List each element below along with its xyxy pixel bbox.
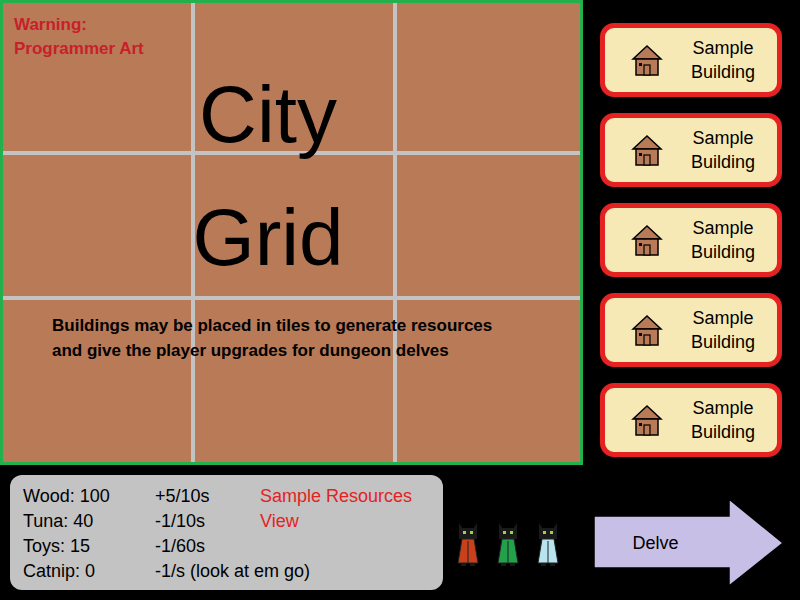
building-label: Sample Building [675, 396, 771, 444]
top-row: Warning:Programmer ArtCityGrid Buildings … [0, 0, 800, 465]
resources-title: Sample Resources View [260, 484, 435, 534]
building-button[interactable]: Sample Building [600, 23, 782, 97]
resource-rate: -1/60s [155, 534, 260, 559]
building-list: Sample Building Sample Building Sample Bui… [583, 0, 782, 465]
city-grid-description: Buildings may be placed in tiles to gene… [52, 313, 492, 363]
house-icon [629, 132, 665, 168]
house-icon [629, 222, 665, 258]
resources-panel: Wood: 100+5/10sTuna: 40-1/10sToys: 15-1/… [10, 475, 443, 590]
description-line: Buildings may be placed in tiles to gene… [52, 313, 492, 338]
resource-rate: -1/10s [155, 509, 260, 534]
grid-tile[interactable] [3, 155, 191, 296]
delve-button[interactable]: Delve [593, 478, 785, 588]
grid-tile[interactable] [397, 3, 580, 151]
delve-label: Delve [593, 530, 718, 556]
grid-tile[interactable] [397, 155, 580, 296]
description-line: and give the player upgrades for dungeon… [52, 338, 492, 363]
house-icon [629, 402, 665, 438]
building-label: Sample Building [675, 126, 771, 174]
resource-amount: Wood: 100 [23, 484, 155, 509]
building-label: Sample Building [675, 36, 771, 84]
title-line: Grid [143, 176, 393, 299]
warning-line: Warning: [14, 13, 144, 37]
city-grid[interactable]: Warning:Programmer ArtCityGrid Buildings … [0, 0, 583, 465]
house-icon [629, 312, 665, 348]
resource-amount: Toys: 15 [23, 534, 155, 559]
party [455, 499, 561, 567]
building-button[interactable]: Sample Building [600, 203, 782, 277]
cat-icon[interactable] [495, 519, 521, 567]
resource-amount: Catnip: 0 [23, 559, 155, 584]
building-label: Sample Building [675, 306, 771, 354]
arrow-icon [593, 498, 785, 588]
warning-line: Programmer Art [14, 37, 144, 61]
building-button[interactable]: Sample Building [600, 113, 782, 187]
resource-rate: -1/s (look at em go) [155, 559, 260, 584]
resource-amount: Tuna: 40 [23, 509, 155, 534]
title-line: City [143, 53, 393, 176]
city-grid-title: CityGrid [143, 53, 393, 299]
building-label: Sample Building [675, 216, 771, 264]
building-button[interactable]: Sample Building [600, 383, 782, 457]
resource-rate: +5/10s [155, 484, 260, 509]
cat-icon[interactable] [535, 519, 561, 567]
cat-icon[interactable] [455, 519, 481, 567]
bottom-row: Wood: 100+5/10sTuna: 40-1/10sToys: 15-1/… [0, 465, 800, 600]
warning-note: Warning:Programmer Art [14, 13, 144, 61]
house-icon [629, 42, 665, 78]
building-button[interactable]: Sample Building [600, 293, 782, 367]
